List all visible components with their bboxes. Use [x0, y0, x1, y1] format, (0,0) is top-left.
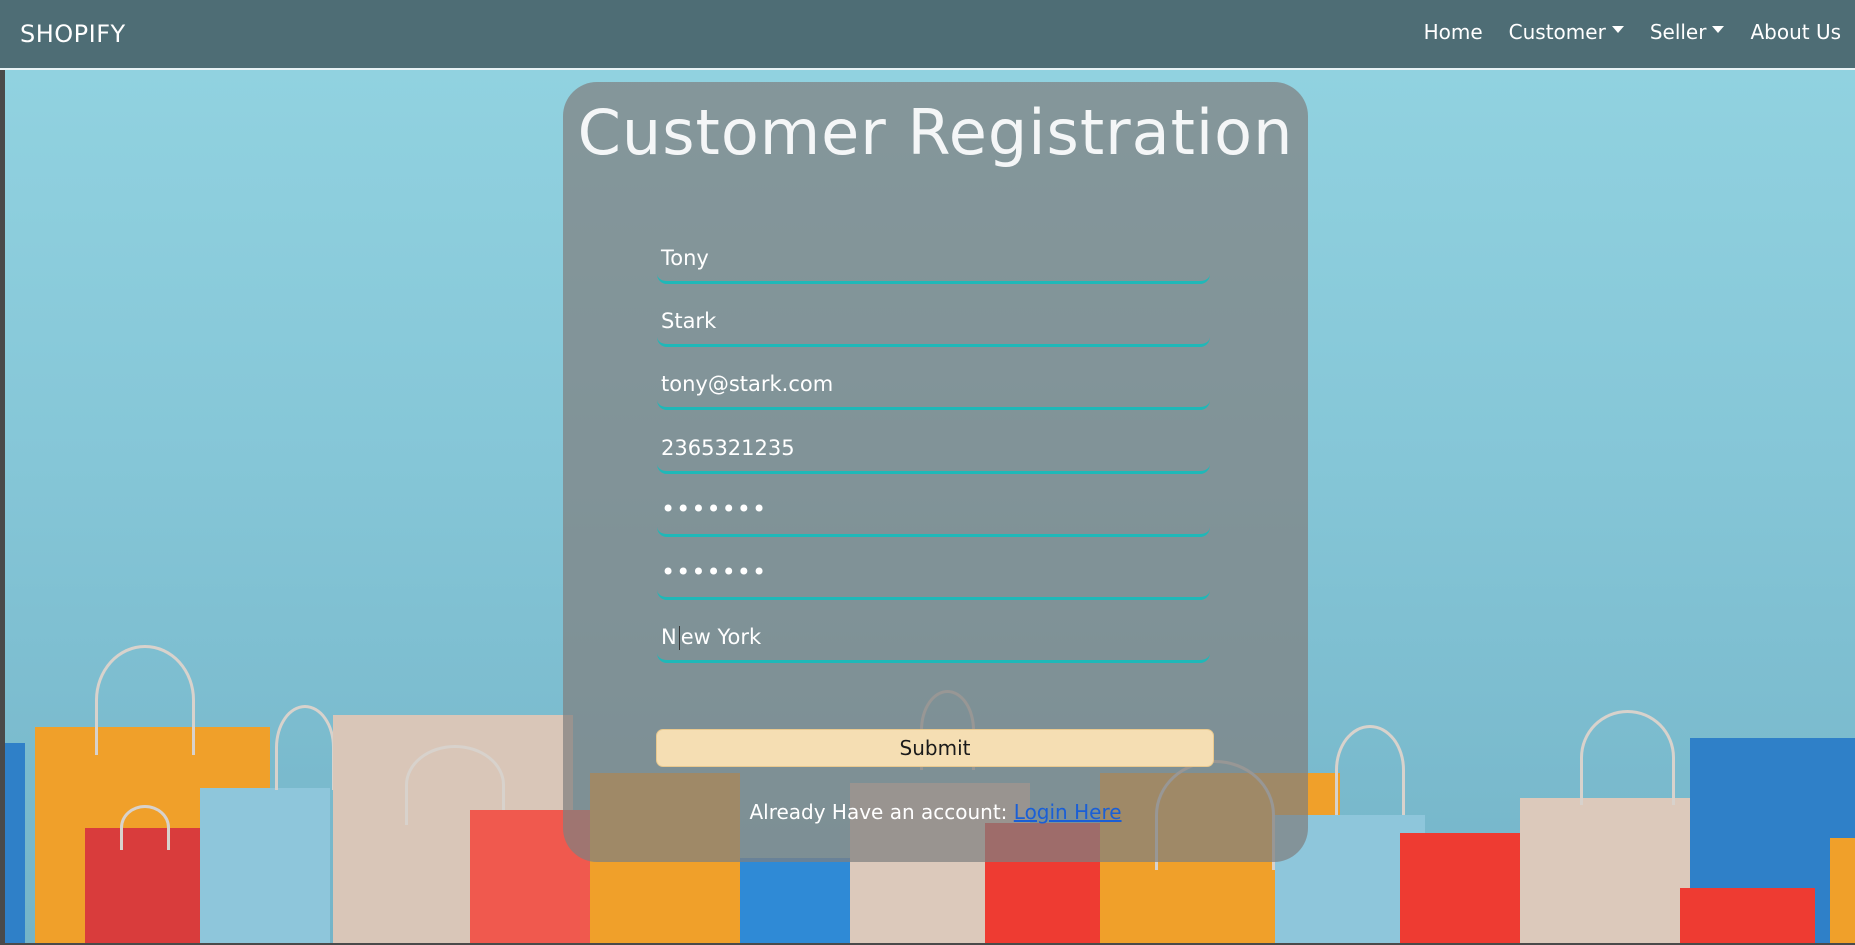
confirm-password-field[interactable]: •••••••	[657, 556, 1210, 600]
chevron-down-icon	[1611, 25, 1624, 33]
email-value: tony@stark.com	[661, 372, 834, 396]
first-name-value: Tony	[661, 246, 709, 270]
nav-customer-dropdown[interactable]: Customer	[1509, 20, 1624, 44]
submit-button[interactable]: Submit	[656, 729, 1214, 767]
confirm-password-value: •••••••	[661, 558, 768, 586]
last-name-value: Stark	[661, 309, 717, 333]
email-field[interactable]: tony@stark.com	[657, 366, 1210, 410]
nav-about-us[interactable]: About Us	[1750, 20, 1841, 44]
city-value-rest: ew York	[680, 625, 762, 649]
bag-handle	[1580, 710, 1675, 805]
chevron-down-icon	[1712, 25, 1725, 33]
city-field[interactable]: New York	[657, 619, 1210, 663]
phone-value: 2365321235	[661, 436, 795, 460]
nav-home[interactable]: Home	[1424, 20, 1483, 44]
nav-customer-label: Customer	[1508, 20, 1606, 44]
shopping-bag-illustration	[1830, 838, 1855, 943]
password-value: •••••••	[661, 495, 768, 523]
shopping-bag-illustration	[200, 788, 330, 943]
login-prompt: Already Have an account: Login Here	[563, 800, 1308, 824]
login-link[interactable]: Login Here	[1014, 800, 1122, 824]
shopping-bag-illustration	[5, 743, 25, 943]
bag-handle	[120, 805, 170, 850]
nav-home-label: Home	[1423, 20, 1483, 44]
brand-logo[interactable]: SHOPIFY	[20, 20, 126, 48]
city-value: New York	[661, 625, 761, 650]
text-cursor	[678, 626, 680, 650]
bag-handle	[95, 645, 195, 755]
nav-about-label: About Us	[1750, 20, 1841, 44]
nav-links: Home Customer Seller About Us	[1398, 20, 1841, 44]
last-name-field[interactable]: Stark	[657, 303, 1210, 347]
bag-handle	[1335, 725, 1405, 815]
password-field[interactable]: •••••••	[657, 493, 1210, 537]
registration-card: Customer Registration Tony Stark tony@st…	[563, 82, 1308, 862]
shopping-bag-illustration	[740, 858, 850, 943]
shopping-bag-illustration	[1520, 798, 1700, 943]
phone-field[interactable]: 2365321235	[657, 430, 1210, 474]
page-title: Customer Registration	[577, 96, 1294, 169]
city-value-prefix: N	[661, 625, 677, 649]
shopping-bag-illustration	[1680, 888, 1815, 943]
shopping-bag-illustration	[1400, 833, 1530, 943]
nav-seller-dropdown[interactable]: Seller	[1650, 20, 1725, 44]
first-name-field[interactable]: Tony	[657, 240, 1210, 284]
nav-seller-label: Seller	[1649, 20, 1707, 44]
navbar: SHOPIFY Home Customer Seller About Us	[0, 0, 1855, 70]
login-prompt-text: Already Have an account:	[749, 800, 1014, 824]
bag-handle	[275, 705, 335, 790]
